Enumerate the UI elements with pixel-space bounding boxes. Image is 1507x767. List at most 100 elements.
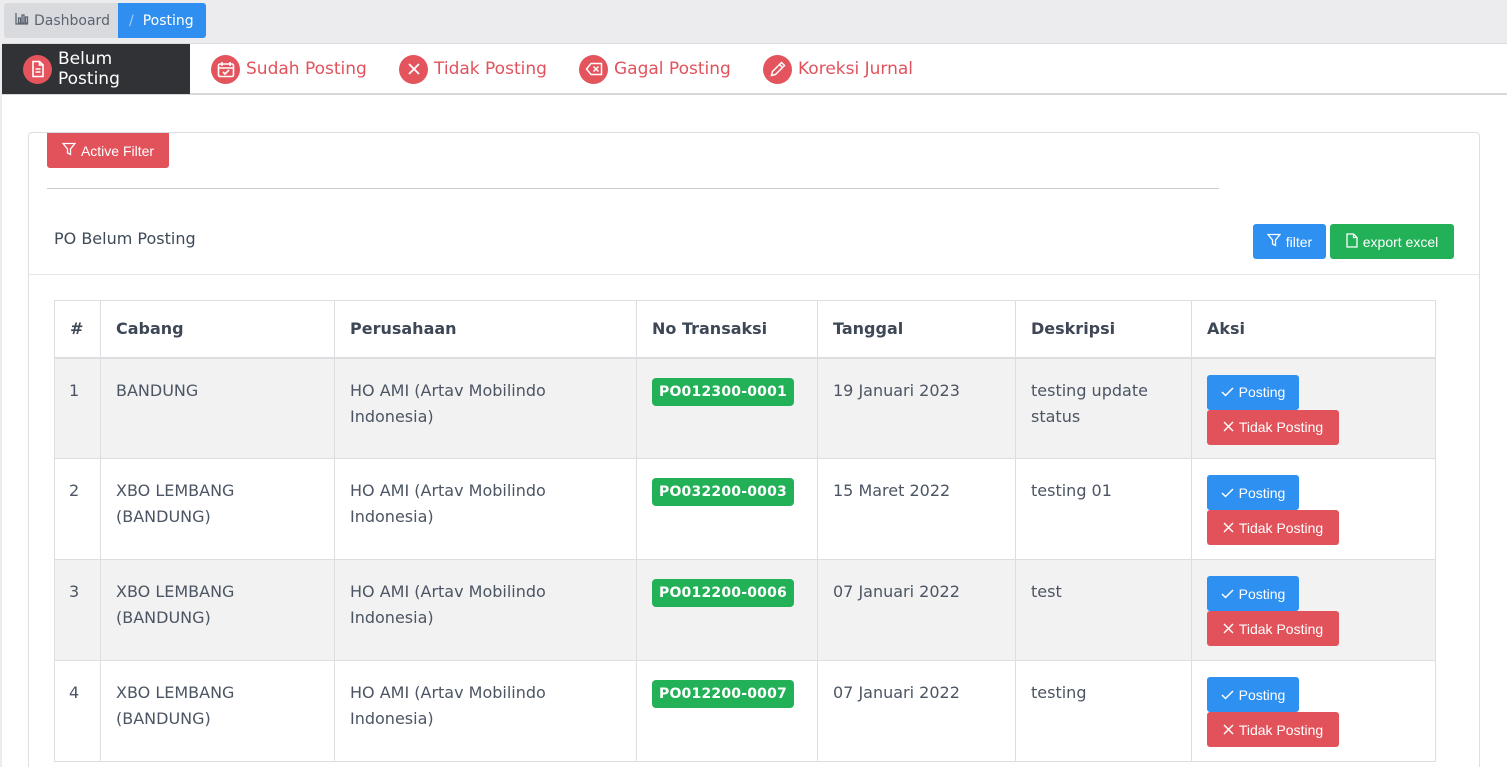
posting-button[interactable]: Posting <box>1207 677 1299 712</box>
posting-label: Posting <box>1238 384 1286 400</box>
filter-label: filter <box>1285 233 1313 250</box>
document-icon <box>23 54 52 84</box>
cell-no-transaksi: PO012200-0007 <box>636 660 818 762</box>
tab-label: Koreksi Jurnal <box>798 59 913 79</box>
cell-tanggal: 19 Januari 2023 <box>817 357 1016 459</box>
cell-perusahaan: HO AMI (Artav Mobilindo Indonesia) <box>334 660 637 762</box>
transaction-badge: PO032200-0003 <box>652 478 794 506</box>
tab-tidak-posting[interactable]: Tidak Posting <box>399 44 547 94</box>
cell-cabang: XBO LEMBANG (BANDUNG) <box>100 559 335 661</box>
table-row: 2 XBO LEMBANG (BANDUNG) HO AMI (Artav Mo… <box>54 458 1436 560</box>
card-separator <box>29 274 1479 275</box>
bar-chart-icon <box>15 12 29 29</box>
content-area: Active Filter PO Belum Posting filter ex… <box>2 95 1507 767</box>
column-header-no-transaksi: No Transaksi <box>636 300 818 359</box>
breadcrumb-current-label: Posting <box>142 12 194 29</box>
tidak-posting-button[interactable]: Tidak Posting <box>1207 409 1339 445</box>
cell-aksi: Posting Tidak Posting <box>1191 458 1436 560</box>
cell-perusahaan: HO AMI (Artav Mobilindo Indonesia) <box>334 458 637 560</box>
column-header-deskripsi: Deskripsi <box>1015 300 1192 359</box>
tab-koreksi-jurnal[interactable]: Koreksi Jurnal <box>763 44 913 94</box>
cell-deskripsi: testing update status <box>1015 357 1192 459</box>
check-icon <box>1221 687 1234 703</box>
filter-icon <box>61 142 77 159</box>
calendar-check-icon <box>211 54 240 84</box>
tidak-posting-label: Tidak Posting <box>1238 620 1324 637</box>
divider <box>47 188 1219 189</box>
breadcrumb-dashboard[interactable]: Dashboard <box>4 3 118 38</box>
transaction-badge: PO012300-0001 <box>652 377 794 406</box>
tab-label: Belum Posting <box>58 49 120 89</box>
row-number: 2 <box>54 458 101 560</box>
cell-aksi: Posting Tidak Posting <box>1191 357 1436 459</box>
table-row: 3 XBO LEMBANG (BANDUNG) HO AMI (Artav Mo… <box>54 559 1436 661</box>
cell-cabang: BANDUNG <box>100 357 335 459</box>
cell-tanggal: 07 Januari 2022 <box>817 559 1016 661</box>
filter-button[interactable]: filter <box>1253 224 1326 259</box>
posting-button[interactable]: Posting <box>1207 374 1299 410</box>
column-header-perusahaan: Perusahaan <box>334 300 637 359</box>
cell-aksi: Posting Tidak Posting <box>1191 559 1436 661</box>
backspace-icon <box>579 54 608 84</box>
cell-deskripsi: testing <box>1015 660 1192 762</box>
cell-aksi: Posting Tidak Posting <box>1191 660 1436 762</box>
column-header-cabang: Cabang <box>100 300 335 359</box>
cell-no-transaksi: PO012200-0006 <box>636 559 818 661</box>
export-label: export excel <box>1362 233 1439 250</box>
tidak-posting-label: Tidak Posting <box>1238 721 1324 738</box>
breadcrumb: Dashboard / Posting <box>4 3 206 38</box>
tidak-posting-label: Tidak Posting <box>1238 419 1324 435</box>
posting-label: Posting <box>1238 484 1286 501</box>
card-title: PO Belum Posting <box>54 229 196 248</box>
posting-label: Posting <box>1238 686 1286 703</box>
tidak-posting-button[interactable]: Tidak Posting <box>1207 712 1339 747</box>
row-number: 4 <box>54 660 101 762</box>
tidak-posting-label: Tidak Posting <box>1238 519 1324 536</box>
close-icon <box>1223 520 1234 536</box>
filter-icon <box>1266 233 1282 250</box>
cell-perusahaan: HO AMI (Artav Mobilindo Indonesia) <box>334 357 637 459</box>
tab-label: Sudah Posting <box>246 59 367 79</box>
cell-cabang: XBO LEMBANG (BANDUNG) <box>100 660 335 762</box>
check-icon <box>1221 485 1234 501</box>
tab-belum-posting[interactable]: Belum Posting <box>2 44 190 94</box>
cell-no-transaksi: PO012300-0001 <box>636 357 818 459</box>
table-row: 1 BANDUNG HO AMI (Artav Mobilindo Indone… <box>54 357 1436 459</box>
close-icon <box>1223 419 1234 435</box>
column-header-number: # <box>54 300 101 359</box>
cell-cabang: XBO LEMBANG (BANDUNG) <box>100 458 335 560</box>
tab-gagal-posting[interactable]: Gagal Posting <box>579 44 731 94</box>
active-filter-label: Active Filter <box>80 142 155 159</box>
row-number: 1 <box>54 357 101 459</box>
pencil-icon <box>763 54 792 84</box>
tidak-posting-button[interactable]: Tidak Posting <box>1207 510 1339 545</box>
posting-label: Posting <box>1238 585 1286 602</box>
tab-label: Gagal Posting <box>614 59 731 79</box>
export-excel-button[interactable]: export excel <box>1330 224 1454 259</box>
cell-deskripsi: testing 01 <box>1015 458 1192 560</box>
po-card: Active Filter PO Belum Posting filter ex… <box>28 132 1480 767</box>
cell-perusahaan: HO AMI (Artav Mobilindo Indonesia) <box>334 559 637 661</box>
posting-button[interactable]: Posting <box>1207 475 1299 510</box>
column-header-tanggal: Tanggal <box>817 300 1016 359</box>
file-icon <box>1346 232 1358 251</box>
close-icon <box>1223 621 1234 637</box>
transaction-badge: PO012200-0007 <box>652 680 794 708</box>
breadcrumb-dashboard-label: Dashboard <box>34 12 110 29</box>
table-row: 4 XBO LEMBANG (BANDUNG) HO AMI (Artav Mo… <box>54 660 1436 762</box>
status-tabs: Belum Posting Sudah Posting Tidak Postin… <box>2 43 1507 95</box>
close-icon <box>399 54 428 84</box>
check-icon <box>1221 384 1234 400</box>
cell-tanggal: 07 Januari 2022 <box>817 660 1016 762</box>
cell-no-transaksi: PO032200-0003 <box>636 458 818 560</box>
breadcrumb-separator: / <box>129 12 134 29</box>
breadcrumb-current: / Posting <box>118 3 206 38</box>
tab-sudah-posting[interactable]: Sudah Posting <box>211 44 367 94</box>
tab-label: Tidak Posting <box>434 59 547 79</box>
posting-button[interactable]: Posting <box>1207 576 1299 611</box>
active-filter-button[interactable]: Active Filter <box>47 133 169 168</box>
cell-deskripsi: test <box>1015 559 1192 661</box>
tidak-posting-button[interactable]: Tidak Posting <box>1207 611 1339 646</box>
cell-tanggal: 15 Maret 2022 <box>817 458 1016 560</box>
table-header-row: # Cabang Perusahaan No Transaksi Tanggal… <box>54 300 1436 359</box>
